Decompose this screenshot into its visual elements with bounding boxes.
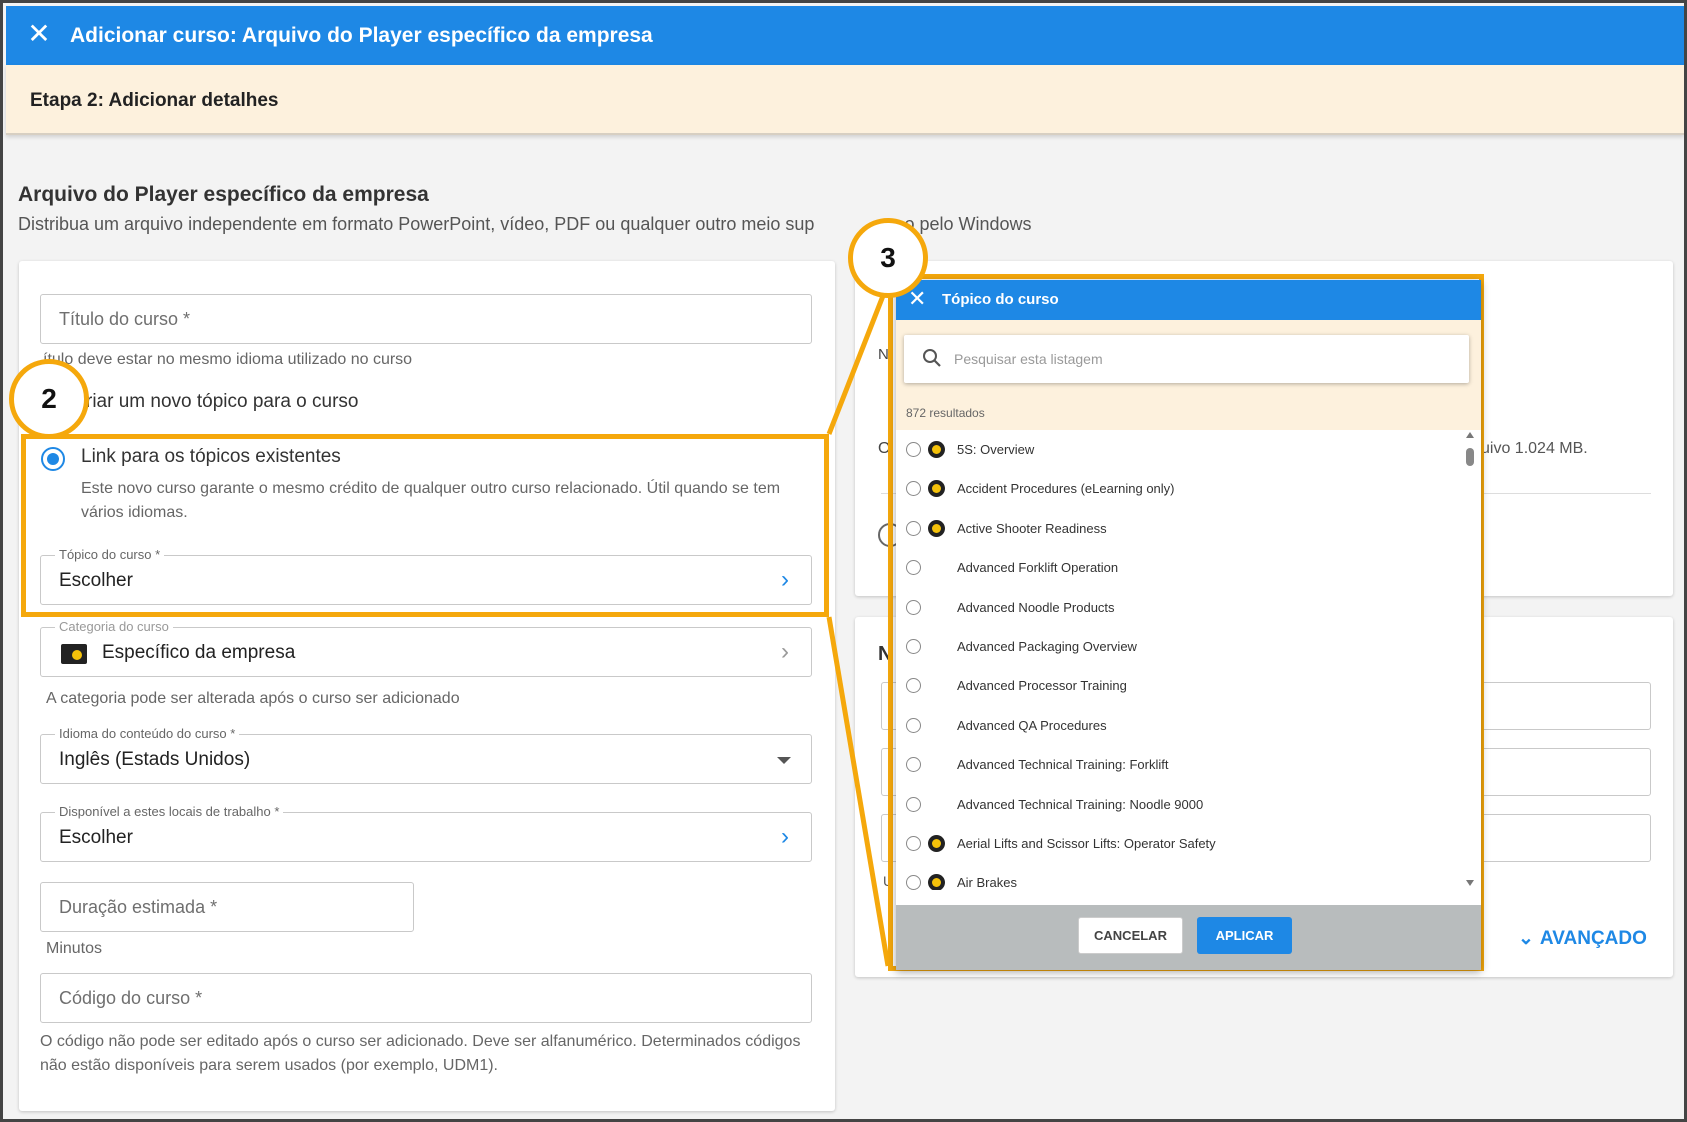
search-box bbox=[904, 335, 1469, 383]
company-badge-icon bbox=[928, 480, 945, 498]
topic-label: Advanced Processor Training bbox=[957, 678, 1127, 694]
dialog-footer: CANCELAR APLICAR bbox=[896, 905, 1481, 970]
dialog-title: Tópico do curso bbox=[942, 291, 1059, 308]
topic-list-item[interactable]: Advanced Packaging Overview bbox=[896, 627, 1456, 666]
topic-label: Advanced Technical Training: Forklift bbox=[957, 757, 1169, 773]
topic-list-item[interactable]: Advanced Processor Training bbox=[896, 666, 1456, 705]
topic-radio[interactable] bbox=[906, 757, 921, 773]
topic-list-item[interactable]: Advanced Technical Training: Forklift bbox=[896, 745, 1456, 784]
search-input[interactable] bbox=[954, 347, 1434, 371]
topic-list-item[interactable]: Advanced QA Procedures bbox=[896, 706, 1456, 745]
topic-list-item[interactable]: Active Shooter Readiness bbox=[896, 509, 1456, 548]
topic-label: Advanced Noodle Products bbox=[957, 599, 1115, 615]
topic-list-item[interactable]: 5S: Overview bbox=[896, 430, 1456, 469]
topic-label: Advanced QA Procedures bbox=[957, 717, 1107, 733]
topic-list-item[interactable]: Aerial Lifts and Scissor Lifts: Operator… bbox=[896, 824, 1456, 863]
topic-radio[interactable] bbox=[906, 442, 921, 457]
topic-label: Active Shooter Readiness bbox=[957, 520, 1107, 536]
topic-radio[interactable] bbox=[906, 836, 921, 851]
callout-badge-3: 3 bbox=[848, 218, 928, 298]
topic-label: Advanced Forklift Operation bbox=[957, 560, 1119, 576]
scroll-down-arrow-icon[interactable] bbox=[1466, 880, 1474, 886]
topic-radio[interactable] bbox=[906, 520, 921, 536]
app-frame: ✕ Adicionar curso: Arquivo do Player esp… bbox=[0, 0, 1687, 1122]
topic-radio[interactable] bbox=[906, 481, 921, 497]
topic-radio[interactable] bbox=[906, 560, 921, 576]
course-topic-dialog: ✕ Tópico do curso 872 resultados 5S: Ove… bbox=[896, 280, 1481, 970]
dialog-search-area: 872 resultados bbox=[896, 320, 1481, 430]
list-scrollbar[interactable] bbox=[1464, 430, 1476, 890]
topic-label: Air Brakes bbox=[957, 875, 1017, 890]
company-badge-icon bbox=[928, 519, 945, 537]
scroll-up-arrow-icon[interactable] bbox=[1466, 432, 1474, 438]
apply-button[interactable]: APLICAR bbox=[1197, 917, 1292, 954]
topic-radio[interactable] bbox=[906, 875, 921, 890]
search-icon bbox=[923, 349, 941, 367]
topic-list-item[interactable]: Accident Procedures (eLearning only) bbox=[896, 469, 1456, 508]
scroll-thumb[interactable] bbox=[1466, 448, 1474, 466]
topic-list-item[interactable]: Advanced Forklift Operation bbox=[896, 548, 1456, 587]
topic-radio[interactable] bbox=[906, 599, 921, 615]
dialog-header: ✕ Tópico do curso bbox=[896, 280, 1481, 320]
topic-list-item[interactable]: Air Brakes bbox=[896, 863, 1456, 890]
topic-radio[interactable] bbox=[906, 678, 921, 694]
topic-list-item[interactable]: Advanced Noodle Products bbox=[896, 588, 1456, 627]
company-badge-icon bbox=[928, 441, 945, 458]
topic-label: 5S: Overview bbox=[957, 442, 1035, 457]
topic-radio[interactable] bbox=[906, 639, 921, 654]
topic-radio[interactable] bbox=[906, 717, 921, 733]
topic-list-item[interactable]: Advanced Technical Training: Noodle 9000 bbox=[896, 785, 1456, 824]
cancel-button[interactable]: CANCELAR bbox=[1078, 917, 1183, 954]
topic-label: Advanced Technical Training: Noodle 9000 bbox=[957, 796, 1204, 812]
company-badge-icon bbox=[928, 835, 945, 852]
topic-list: 5S: Overview Accident Procedures (eLearni… bbox=[896, 430, 1481, 890]
results-count: 872 resultados bbox=[906, 406, 985, 420]
topic-label: Advanced Packaging Overview bbox=[957, 639, 1137, 654]
callout-badge-2: 2 bbox=[9, 359, 89, 439]
company-badge-icon bbox=[928, 874, 945, 890]
topic-label: Aerial Lifts and Scissor Lifts: Operator… bbox=[957, 836, 1216, 851]
topic-label: Accident Procedures (eLearning only) bbox=[957, 481, 1175, 497]
topic-radio[interactable] bbox=[906, 796, 921, 812]
